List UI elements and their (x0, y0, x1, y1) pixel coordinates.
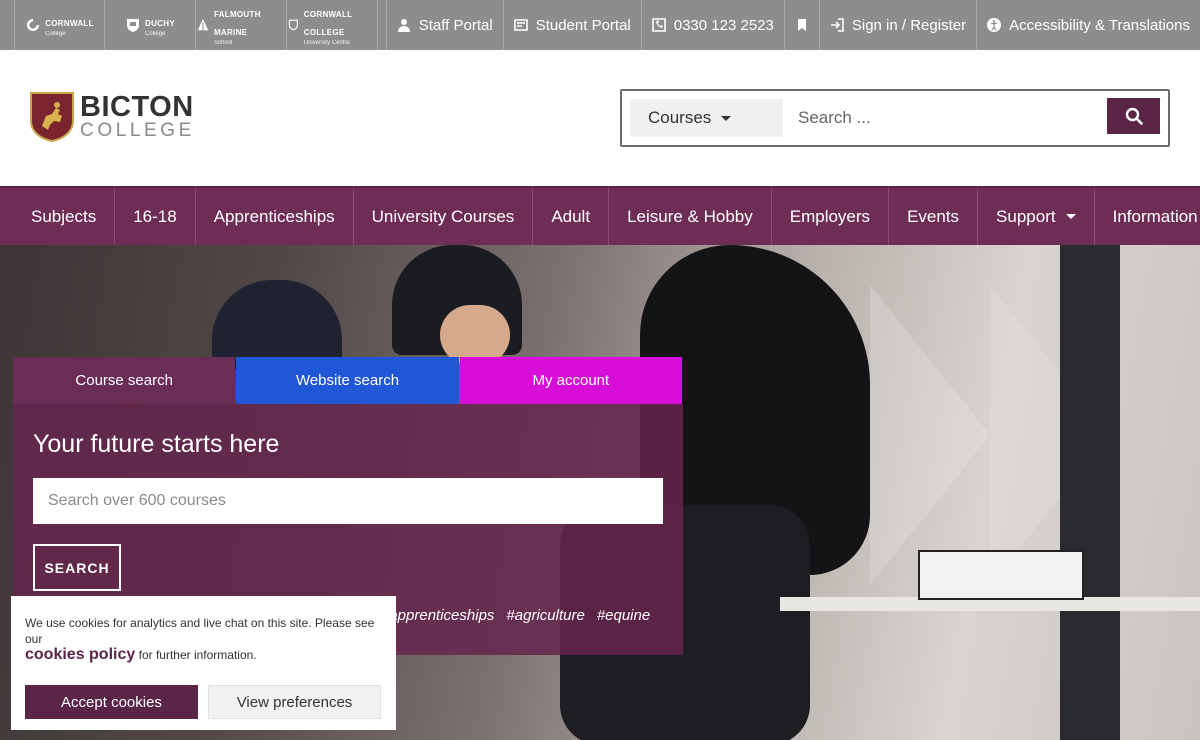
popular-tags: #apprenticeships #agriculture #equine (381, 607, 650, 624)
search-input[interactable] (790, 99, 1102, 137)
rider-face (440, 305, 510, 365)
tab-my-account[interactable]: My account (459, 357, 682, 404)
nav-item-events[interactable]: Events (889, 188, 979, 245)
course-search-button[interactable]: SEARCH (33, 544, 121, 591)
staff-portal-link[interactable]: Staff Portal (385, 0, 503, 50)
nav-label: Apprenticeships (213, 206, 335, 226)
brand-falmouth-marine-school[interactable]: Falmouth Marine School (196, 0, 287, 50)
site-header: BICTON COLLEGE Courses (0, 50, 1200, 186)
top-utility-bar: Cornwall College Duchy College Falmouth Ma… (0, 0, 1200, 50)
nav-label: Information (1112, 206, 1198, 226)
nav-item-16-18[interactable]: 16-18 (115, 188, 196, 245)
utility-links: Staff Portal Student Portal 0330 123 252… (385, 0, 1200, 50)
phone-icon (651, 18, 666, 32)
phone-number: 0330 123 2523 (673, 16, 774, 34)
nav-item-subjects[interactable]: Subjects (0, 188, 116, 245)
bookmark-icon (797, 19, 806, 31)
tag-agriculture[interactable]: #agriculture (506, 607, 584, 624)
nav-item-university-courses[interactable]: University Courses (354, 188, 534, 245)
view-preferences-button[interactable]: View preferences (208, 685, 381, 719)
search-button[interactable] (1107, 98, 1160, 134)
student-portal-link[interactable]: Student Portal (502, 0, 641, 50)
brand-sub: University Centre (303, 39, 350, 46)
sign-in-label: Sign in / Register (851, 16, 967, 34)
tag-equine[interactable]: #equine (597, 607, 650, 624)
main-navigation: Subjects 16-18 Apprenticeships Universit… (0, 186, 1200, 245)
cookies-policy-link[interactable]: cookies policy (25, 646, 135, 663)
cookie-text-after: for further information. (138, 648, 257, 662)
brand-name: Duchy (145, 18, 175, 28)
brand-cornwall-university-centre[interactable]: Cornwall College University Centre (287, 0, 378, 50)
search-scope-value: Courses (648, 108, 712, 127)
nav-item-leisure-hobby[interactable]: Leisure & Hobby (609, 188, 772, 245)
bookmark-link[interactable] (783, 0, 819, 50)
phone-link[interactable]: 0330 123 2523 (640, 0, 784, 50)
decor-chevron (870, 285, 990, 585)
tag-apprenticeships[interactable]: #apprenticeships (381, 607, 494, 624)
course-search-input[interactable] (33, 478, 663, 524)
cookie-text-before: We use cookies for analytics and live ch… (25, 616, 375, 646)
brand-name: Cornwall College (303, 9, 353, 37)
cornwall-college-university-centre-logo-icon (288, 19, 298, 31)
brand-sub: College (145, 30, 166, 37)
bicton-college-logo[interactable]: BICTON COLLEGE (30, 92, 195, 142)
brand-name: Cornwall (45, 18, 94, 28)
brand-sub: College (45, 30, 66, 37)
nav-label: Employers (789, 206, 871, 226)
nav-label: Subjects (31, 206, 97, 226)
nav-item-employers[interactable]: Employers (772, 188, 890, 245)
chevron-down-icon (1065, 214, 1076, 219)
nav-label: University Courses (371, 206, 515, 226)
sign-in-link[interactable]: Sign in / Register (818, 0, 976, 50)
hero-title: Your future starts here (33, 430, 280, 458)
brand-sub: School (213, 39, 233, 46)
equipment-pole (1060, 245, 1120, 740)
partner-brands: Cornwall College Duchy College Falmouth Ma… (0, 0, 378, 50)
brand-cornwall-college[interactable]: Cornwall College (14, 0, 105, 50)
crest-icon (30, 92, 74, 142)
tab-course-search[interactable]: Course search (13, 357, 236, 404)
nav-item-information[interactable]: Information (1095, 188, 1200, 245)
user-icon (397, 19, 410, 32)
duchy-college-logo-icon (127, 19, 140, 32)
logo-line-2: COLLEGE (80, 119, 195, 141)
falmouth-marine-school-logo-icon (197, 18, 209, 31)
nav-item-adult[interactable]: Adult (533, 188, 610, 245)
nav-item-support[interactable]: Support (978, 188, 1095, 245)
student-portal-label: Student Portal (535, 16, 631, 34)
accept-cookies-button[interactable]: Accept cookies (25, 685, 198, 719)
cookie-message: We use cookies for analytics and live ch… (25, 615, 385, 663)
cookie-banner: We use cookies for analytics and live ch… (11, 596, 396, 730)
student-id-icon (513, 19, 528, 31)
nav-label: 16-18 (133, 206, 177, 226)
nav-item-apprenticeships[interactable]: Apprenticeships (196, 188, 354, 245)
logo-line-1: BICTON (80, 90, 194, 123)
accessibility-label: Accessibility & Translations (1009, 16, 1190, 34)
site-search: Courses (620, 89, 1170, 147)
sign-in-icon (830, 18, 844, 32)
nav-label: Adult (551, 206, 591, 226)
staff-portal-label: Staff Portal (418, 16, 493, 34)
equipment-case (918, 550, 1084, 600)
cornwall-college-logo-icon (27, 19, 40, 31)
nav-label: Leisure & Hobby (627, 206, 753, 226)
nav-label: Events (907, 206, 960, 226)
nav-label: Support (996, 206, 1056, 226)
search-icon (1125, 107, 1143, 125)
brand-name: Falmouth Marine (213, 9, 261, 37)
search-scope-dropdown[interactable]: Courses (630, 99, 783, 137)
accessibility-icon (987, 18, 1002, 32)
brand-duchy-college[interactable]: Duchy College (105, 0, 196, 50)
tab-website-search[interactable]: Website search (236, 357, 459, 404)
chevron-down-icon (721, 115, 732, 121)
search-tabs: Course search Website search My account (13, 357, 683, 404)
accessibility-link[interactable]: Accessibility & Translations (976, 0, 1200, 50)
